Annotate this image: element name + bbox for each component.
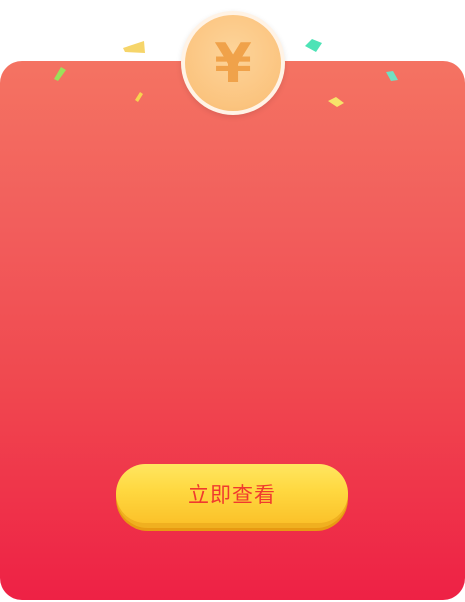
view-now-button-label: 立即查看	[188, 482, 276, 507]
coin-face: ¥	[185, 15, 281, 111]
view-now-button[interactable]: 立即查看	[116, 464, 348, 528]
view-now-button-face[interactable]: 立即查看	[116, 464, 348, 523]
yuan-coin-icon: ¥	[181, 11, 285, 115]
confetti-yellow-right	[328, 97, 344, 107]
confetti-green-left	[54, 67, 66, 81]
confetti-teal-right	[386, 71, 398, 81]
confetti-yellow-left	[123, 41, 145, 53]
red-envelope-popup: ¥ 立即查看	[0, 0, 465, 602]
yuan-symbol: ¥	[214, 32, 252, 95]
confetti-teal-top	[305, 39, 322, 52]
confetti-yellow-small	[135, 92, 143, 102]
